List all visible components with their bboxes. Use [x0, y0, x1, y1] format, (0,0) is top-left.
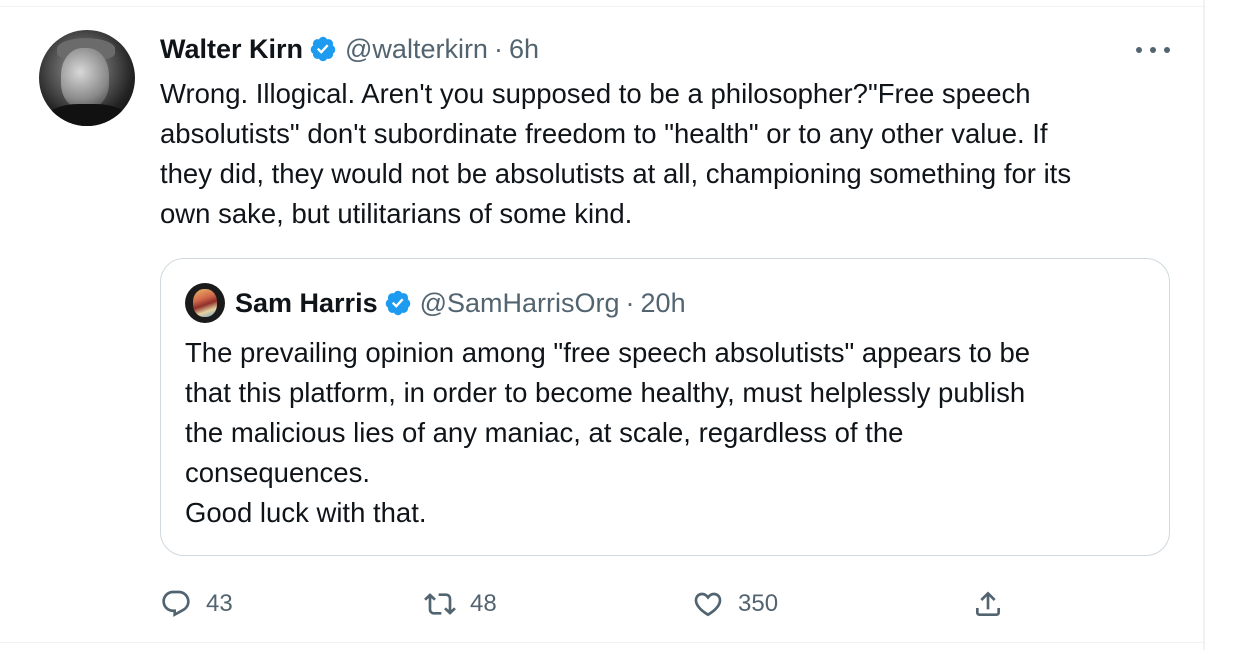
quoted-tweet-card[interactable]: Sam Harris @SamHarrisOrg · 20h The preva…: [160, 258, 1170, 556]
heart-icon: [694, 592, 722, 617]
frame-right-divider: [1203, 0, 1205, 650]
quoted-author-name[interactable]: Sam Harris: [235, 288, 378, 319]
author-avatar[interactable]: [39, 30, 135, 126]
frame-top-divider: [0, 6, 1206, 7]
quoted-avatar-image: [193, 289, 217, 317]
verified-badge-icon: [385, 290, 410, 316]
quoted-text-line: the malicious lies of any maniac, at sca…: [185, 417, 904, 448]
tweet-actions-bar: 43 48 350: [160, 585, 1020, 623]
retweet-icon: [424, 593, 456, 615]
share-icon: [976, 591, 1000, 616]
avatar-suit: [45, 104, 129, 126]
quoted-tweet-timestamp[interactable]: 20h: [641, 288, 686, 319]
tweet-text-line: Wrong. Illogical. Aren't you supposed to…: [160, 78, 1031, 109]
more-dot: [1150, 47, 1156, 53]
quoted-text-line: consequences.: [185, 457, 370, 488]
retweet-count: 48: [470, 590, 497, 617]
tweet-body: Wrong. Illogical. Aren't you supposed to…: [160, 74, 1190, 234]
author-name[interactable]: Walter Kirn: [160, 34, 303, 65]
frame-bottom-divider: [0, 642, 1206, 643]
retweet-button[interactable]: 48: [424, 585, 497, 623]
more-dot: [1136, 47, 1142, 53]
quoted-tweet-body: The prevailing opinion among "free speec…: [185, 333, 1145, 533]
verified-badge-icon: [310, 36, 336, 62]
tweet-text-line: own sake, but utilitarians of some kind.: [160, 198, 633, 229]
avatar-face: [61, 48, 109, 108]
author-handle[interactable]: @walterkirn: [345, 34, 488, 65]
header-separator: ·: [493, 33, 503, 64]
share-button[interactable]: [972, 585, 1004, 623]
tweet-text-line: they did, they would not be absolutists …: [160, 158, 1072, 189]
like-button[interactable]: 350: [692, 585, 778, 623]
tweet-header: Walter Kirn @walterkirn · 6h: [160, 33, 539, 65]
reply-button[interactable]: 43: [160, 585, 233, 623]
more-options-icon[interactable]: [1136, 38, 1170, 62]
like-count: 350: [738, 590, 779, 617]
quoted-tweet-header: Sam Harris @SamHarrisOrg · 20h: [235, 285, 686, 321]
quoted-header-separator: ·: [625, 287, 635, 318]
quoted-text-line: Good luck with that.: [185, 497, 427, 528]
more-dot: [1164, 47, 1170, 53]
reply-count: 43: [206, 590, 233, 617]
reply-icon: [162, 590, 190, 617]
tweet-timestamp[interactable]: 6h: [509, 34, 539, 65]
tweet-text-line: absolutists" don't subordinate freedom t…: [160, 118, 1048, 149]
quoted-author-avatar[interactable]: [185, 283, 225, 323]
quoted-author-handle[interactable]: @SamHarrisOrg: [420, 288, 620, 319]
quoted-text-line: that this platform, in order to become h…: [185, 377, 1026, 408]
quoted-text-line: The prevailing opinion among "free speec…: [185, 337, 1031, 368]
